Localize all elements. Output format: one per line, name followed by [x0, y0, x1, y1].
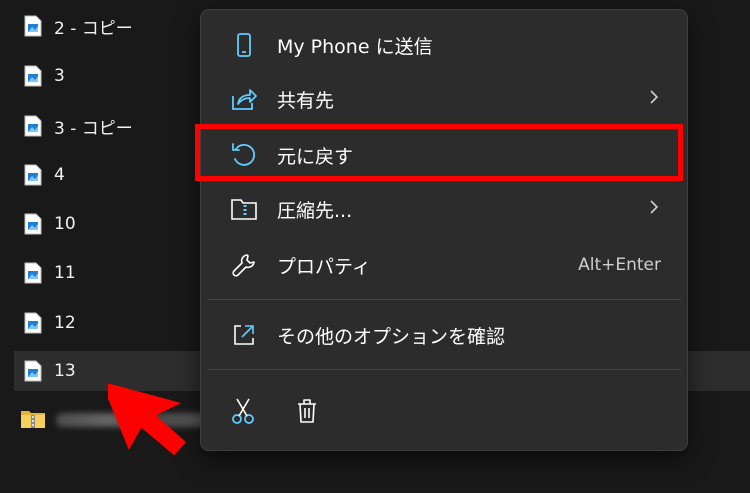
phone-icon: [229, 30, 259, 60]
menu-item-properties[interactable]: プロパティ Alt+Enter: [207, 240, 681, 290]
menu-item-label: 共有先: [277, 89, 335, 112]
menu-divider: [207, 299, 681, 300]
image-file-icon: [24, 164, 42, 186]
chevron-right-icon: [649, 89, 659, 109]
file-name: 11: [54, 263, 76, 283]
image-file-icon: [24, 360, 42, 382]
keyboard-shortcut: Alt+Enter: [578, 255, 661, 275]
cut-icon[interactable]: [223, 391, 263, 431]
context-menu: My Phone に送信 共有先 元に戻す 圧縮先... プロパティ Alt+E…: [200, 9, 688, 451]
zip-folder-icon: [229, 194, 259, 224]
menu-item-more-options[interactable]: その他のオプションを確認: [207, 310, 681, 360]
menu-divider: [207, 369, 681, 370]
trash-icon[interactable]: [287, 391, 327, 431]
image-file-icon: [24, 115, 42, 137]
highlight-box: [195, 124, 683, 181]
pointer-arrow-icon: [108, 381, 186, 456]
menu-item-compress[interactable]: 圧縮先...: [207, 184, 681, 234]
quick-actions-bar: [207, 388, 681, 434]
menu-item-share[interactable]: 共有先: [207, 74, 681, 124]
image-file-icon: [24, 312, 42, 334]
file-name: 10: [54, 214, 76, 234]
open-external-icon: [229, 320, 259, 350]
menu-item-send-to-phone[interactable]: My Phone に送信: [207, 20, 681, 70]
menu-item-label: その他のオプションを確認: [277, 325, 506, 348]
file-name: 3 - コピー: [54, 118, 133, 139]
file-name: 13: [54, 361, 76, 381]
image-file-icon: [24, 213, 42, 235]
menu-item-label: My Phone に送信: [277, 35, 433, 58]
image-file-icon: [24, 15, 42, 37]
image-file-icon: [24, 262, 42, 284]
wrench-icon: [229, 250, 259, 280]
image-file-icon: [24, 65, 42, 87]
menu-item-label: プロパティ: [277, 255, 371, 278]
file-name: 12: [54, 313, 76, 333]
share-icon: [229, 84, 259, 114]
zip-folder-icon: [20, 407, 46, 433]
file-name: 3: [54, 66, 65, 86]
file-name: 4: [54, 165, 65, 185]
file-name: 2 - コピー: [54, 18, 133, 39]
menu-item-label: 圧縮先...: [277, 199, 353, 222]
chevron-right-icon: [649, 199, 659, 219]
